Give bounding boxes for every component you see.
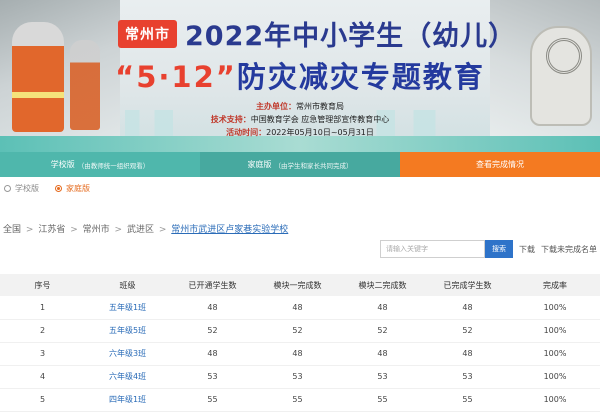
- nav-completion-status[interactable]: 查看完成情况: [400, 152, 600, 177]
- cell-enrolled: 48: [207, 349, 218, 358]
- cell-class-link[interactable]: 六年级3班: [85, 342, 170, 365]
- cell-rate: 100%: [543, 372, 567, 381]
- cell-index: 2: [39, 326, 46, 335]
- cell-index: 4: [39, 372, 46, 381]
- main-nav: 学校版 （由教师统一组织观看） 家庭版 （由学生和家长共同完成） 查看完成情况: [0, 152, 600, 177]
- download-link[interactable]: 下载: [519, 244, 535, 255]
- search-input[interactable]: [380, 240, 485, 258]
- time-label: 活动时间：: [226, 128, 267, 137]
- cell-rate: 100%: [543, 326, 567, 335]
- banner-subtitle: “5·12”防灾减灾专题教育: [0, 54, 600, 96]
- version-radio-group: 学校版 家庭版: [0, 177, 600, 199]
- support-value: 中国教育学会 应急管理部宣传教育中心: [250, 115, 390, 124]
- city-tag: 常州市: [118, 19, 177, 48]
- breadcrumb-city[interactable]: 常州市: [83, 225, 110, 235]
- breadcrumb-current-school[interactable]: 常州市武进区卢家巷实验学校: [171, 225, 288, 235]
- table-row: 4 六年级4班 53 53 53 53 100%: [0, 365, 600, 388]
- col-header-module1: 模块一完成数: [273, 280, 322, 290]
- breadcrumb-district[interactable]: 武进区: [127, 225, 154, 235]
- cell-index: 5: [39, 395, 46, 404]
- col-header-index: 序号: [34, 280, 51, 290]
- nav-family-sub: （由学生和家长共同完成）: [274, 161, 353, 170]
- cell-module2: 52: [377, 326, 388, 335]
- cell-class-link[interactable]: 六年级4班: [85, 365, 170, 388]
- breadcrumb: 全国 > 江苏省 > 常州市 > 武进区 > 常州市武进区卢家巷实验学校: [3, 222, 288, 235]
- event-banner: 常州市 2022年中小学生（幼儿） “5·12”防灾减灾专题教育 主办单位：常州…: [0, 0, 600, 152]
- organizer-label: 主办单位：: [256, 102, 296, 111]
- breadcrumb-separator: >: [25, 225, 34, 235]
- cell-completed: 52: [462, 326, 473, 335]
- cell-rate: 100%: [543, 395, 567, 404]
- time-line: 活动时间：2022年05月10日~05月31日: [0, 127, 600, 138]
- cell-module2: 48: [377, 302, 388, 312]
- nav-family-label: 家庭版: [247, 160, 272, 169]
- radio-unchecked-icon: [4, 184, 11, 192]
- cell-rate: 100%: [543, 302, 567, 312]
- table-row: 3 六年级3班 48 48 48 48 100%: [0, 342, 600, 365]
- table-row: 5 四年级1班 55 55 55 55 100%: [0, 388, 600, 411]
- cell-module2: 53: [377, 372, 388, 381]
- cell-module1: 52: [292, 326, 303, 335]
- cell-module1: 48: [292, 302, 303, 312]
- nav-status-label: 查看完成情况: [476, 160, 524, 169]
- support-label: 技术支持：: [210, 115, 251, 124]
- cell-class-link[interactable]: 五年级5班: [85, 319, 170, 342]
- col-header-completed: 已完成学生数: [443, 280, 492, 290]
- cell-class-link[interactable]: 四年级1班: [85, 388, 170, 411]
- banner-title: 2022年中小学生（幼儿）: [185, 21, 517, 52]
- cell-completed: 48: [462, 349, 473, 358]
- breadcrumb-separator: >: [158, 225, 167, 235]
- time-value: 2022年05月10日~05月31日: [266, 128, 374, 137]
- col-header-module2: 模块二完成数: [358, 280, 407, 290]
- banner-green-band: [0, 136, 600, 152]
- cell-enrolled: 53: [207, 372, 218, 381]
- nav-school-sub: （由教师统一组织观看）: [77, 161, 150, 170]
- cell-index: 1: [39, 302, 46, 312]
- subtitle-text: 防灾减灾专题教育: [236, 60, 485, 94]
- col-header-class: 班级: [119, 280, 136, 290]
- radio-family-label: 家庭版: [66, 183, 90, 193]
- col-header-rate: 完成率: [543, 280, 567, 290]
- cell-enrolled: 52: [207, 326, 218, 335]
- table-row: 2 五年级5班 52 52 52 52 100%: [0, 319, 600, 342]
- cell-module1: 55: [292, 395, 303, 404]
- breadcrumb-separator: >: [114, 225, 123, 235]
- cell-index: 3: [39, 349, 46, 358]
- radio-checked-icon: [55, 184, 62, 192]
- nav-school-version[interactable]: 学校版 （由教师统一组织观看）: [0, 152, 200, 177]
- table-row: 1 五年级1班 48 48 48 48 100%: [0, 296, 600, 319]
- cell-completed: 55: [462, 395, 473, 404]
- nav-school-label: 学校版: [50, 160, 75, 169]
- table-header-row: 序号 班级 已开通学生数 模块一完成数 模块二完成数 已完成学生数 完成率: [0, 274, 600, 296]
- col-header-enrolled: 已开通学生数: [188, 280, 237, 290]
- radio-family-version[interactable]: 家庭版: [55, 183, 90, 194]
- radio-school-version[interactable]: 学校版: [4, 183, 39, 194]
- search-bar: 搜索 下载 下载未完成名单: [380, 240, 597, 258]
- organizer-line: 主办单位：常州市教育局: [0, 101, 600, 112]
- cell-module2: 55: [377, 395, 388, 404]
- download-unfinished-link[interactable]: 下载未完成名单: [541, 244, 597, 255]
- cell-enrolled: 55: [207, 395, 218, 404]
- cell-module1: 53: [292, 372, 303, 381]
- support-line: 技术支持：中国教育学会 应急管理部宣传教育中心: [0, 114, 600, 125]
- cell-completed: 48: [462, 302, 473, 312]
- cell-module2: 48: [377, 349, 388, 358]
- breadcrumb-separator: >: [70, 225, 78, 235]
- breadcrumb-national[interactable]: 全国: [3, 225, 21, 235]
- cell-enrolled: 48: [207, 302, 218, 312]
- cell-module1: 48: [292, 349, 303, 358]
- cell-completed: 53: [462, 372, 473, 381]
- nav-family-version[interactable]: 家庭版 （由学生和家长共同完成）: [200, 152, 400, 177]
- radio-school-label: 学校版: [15, 183, 39, 193]
- organizer-value: 常州市教育局: [296, 102, 344, 111]
- search-button[interactable]: 搜索: [485, 240, 513, 258]
- cell-class-link[interactable]: 五年级1班: [85, 296, 170, 319]
- subtitle-quote: “5·12”: [115, 60, 237, 94]
- breadcrumb-province[interactable]: 江苏省: [38, 225, 65, 235]
- completion-table: 序号 班级 已开通学生数 模块一完成数 模块二完成数 已完成学生数 完成率 1 …: [0, 274, 600, 412]
- cell-rate: 100%: [543, 349, 567, 358]
